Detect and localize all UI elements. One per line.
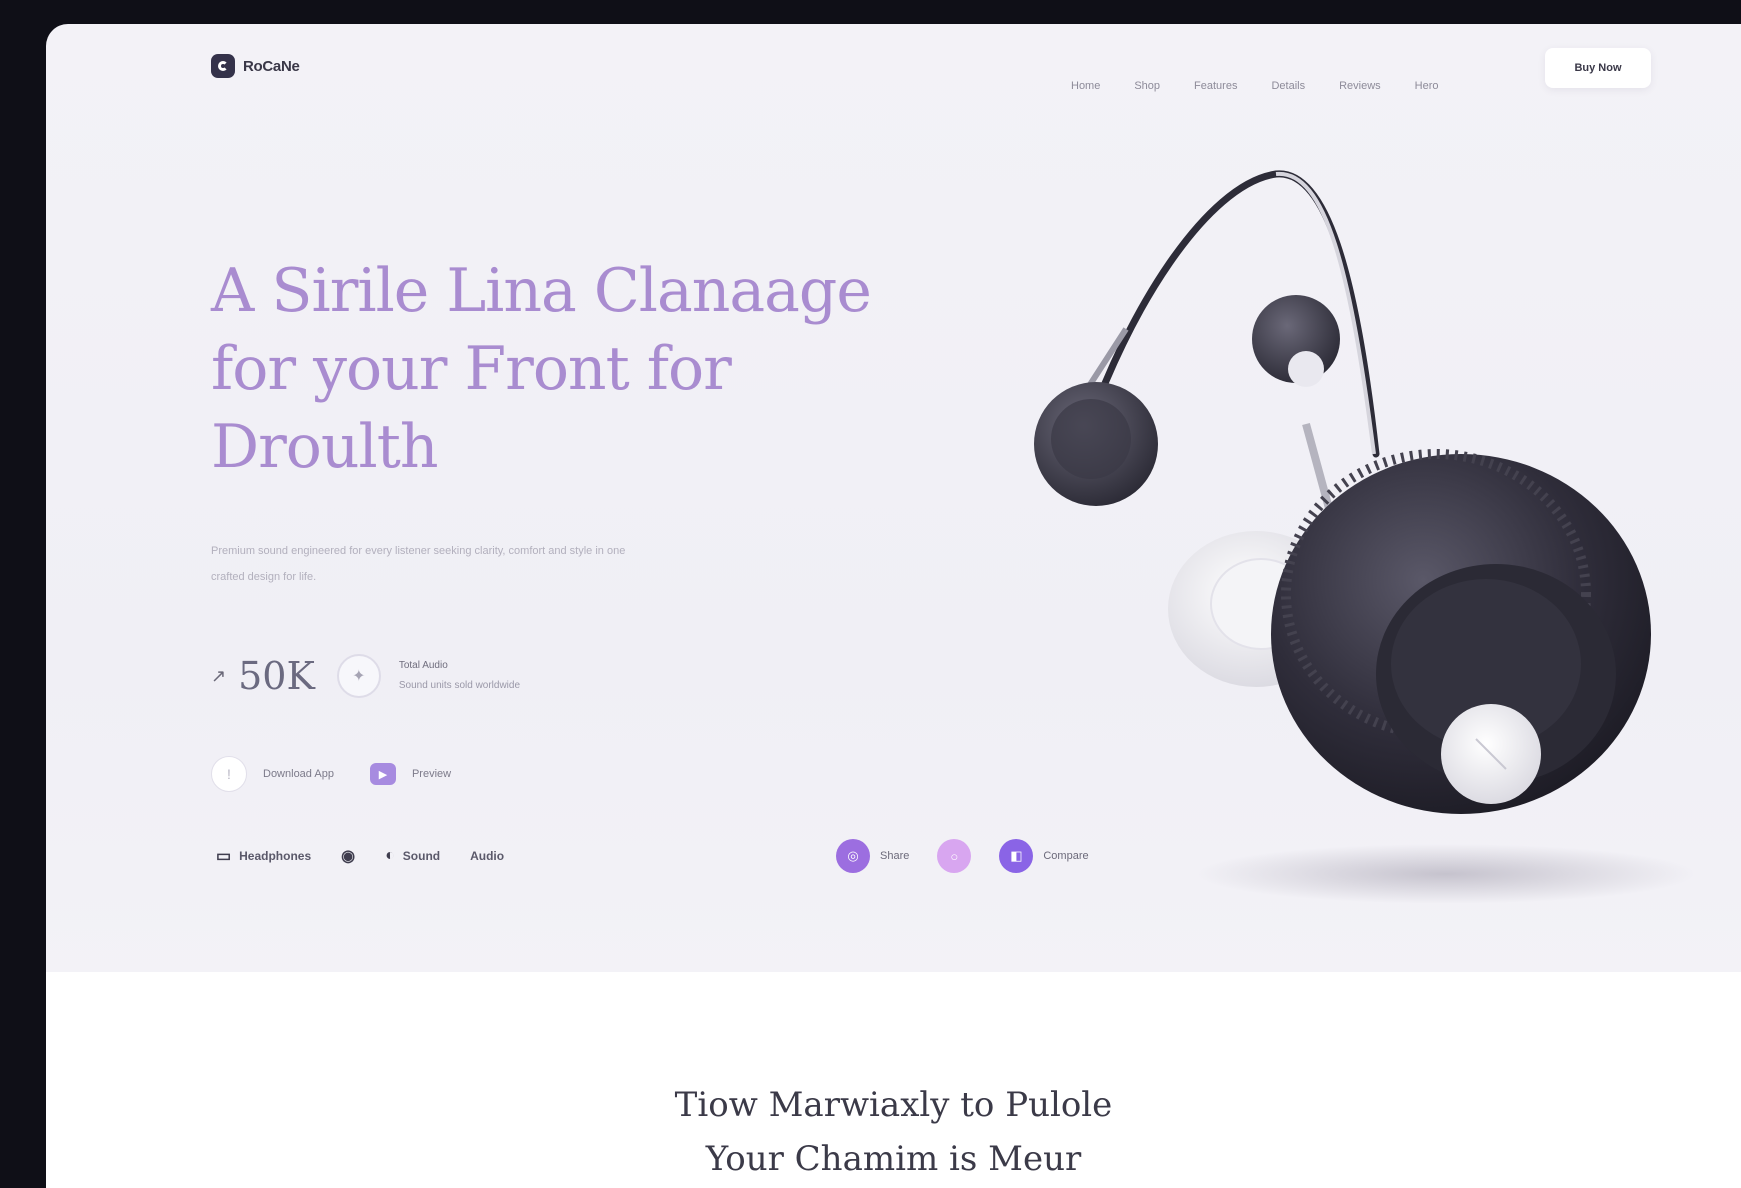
brand-icon: ◐ — [385, 847, 395, 864]
brand-label: Headphones — [239, 849, 312, 863]
top-nav: RoCaNe Home Shop Features Details Review… — [46, 24, 1741, 114]
nav-link-hero[interactable]: Hero — [1415, 80, 1439, 92]
section-title-line: Tiow Marwiaxly to Pulole — [674, 1085, 1113, 1125]
nav-link-features[interactable]: Features — [1194, 80, 1237, 92]
badge-icon: ✦ — [336, 654, 381, 698]
nav-link-details[interactable]: Details — [1271, 80, 1305, 92]
hero-actions: ! Download App ▶ Preview — [211, 756, 451, 792]
hero-title-line: Droulth — [211, 412, 439, 482]
stat-caption: Total Audio Sound units sold worldwide — [399, 656, 520, 696]
share-icon: ◎ — [836, 839, 870, 873]
app-icon[interactable]: ▶ — [369, 763, 396, 785]
product-headphones-image — [1034, 170, 1696, 904]
arrow-up-right-icon: ↗ — [211, 665, 227, 686]
download-app-link[interactable]: Download App — [263, 768, 334, 780]
hero-stats: ↗ 50K ✦ Total Audio Sound units sold wor… — [211, 654, 520, 698]
brand-label: Sound — [402, 849, 441, 863]
nav-links: Home Shop Features Details Reviews Hero — [1071, 80, 1439, 92]
logo[interactable]: RoCaNe — [211, 54, 300, 78]
nav-link-home[interactable]: Home — [1071, 80, 1100, 92]
brand-item: ◐ Sound — [385, 847, 440, 865]
hero-description: Premium sound engineered for every liste… — [211, 545, 626, 583]
stat-caption-sub: Sound units sold worldwide — [398, 680, 521, 691]
brand-icon: ▭ — [216, 848, 232, 865]
section-title: Tiow Marwiaxly to Pulole Your Chamim is … — [46, 1078, 1741, 1186]
brand-icon: ◉ — [341, 848, 356, 865]
brand-item: Audio — [470, 849, 504, 863]
stat-caption-title: Total Audio — [398, 660, 448, 671]
hero-title-line: A Sirile Lina Clanaage — [211, 256, 872, 326]
buy-now-button[interactable]: Buy Now — [1545, 48, 1651, 88]
stat-value: 50K — [238, 654, 315, 698]
chip-share[interactable]: ◎ Share — [836, 839, 909, 873]
brand-item: ◉ — [341, 846, 355, 866]
heart-icon: ○ — [937, 839, 972, 873]
info-icon[interactable]: ! — [211, 756, 247, 792]
brand-item: ▭ Headphones — [216, 846, 311, 866]
browser-frame: RoCaNe Home Shop Features Details Review… — [46, 24, 1741, 1188]
preview-link[interactable]: Preview — [412, 768, 451, 780]
chip-label: Share — [880, 850, 910, 862]
logo-icon — [211, 54, 235, 78]
logo-text: RoCaNe — [243, 57, 300, 75]
chip-favorite[interactable]: ○ — [937, 839, 972, 873]
nav-link-reviews[interactable]: Reviews — [1339, 80, 1381, 92]
nav-link-shop[interactable]: Shop — [1134, 80, 1160, 92]
hero-title-line: for your Front for — [211, 334, 732, 404]
hero-title: A Sirile Lina Clanaage for your Front fo… — [211, 252, 931, 486]
brand-label: Audio — [470, 849, 505, 863]
brand-strip: ▭ Headphones ◉ ◐ Sound Audio — [216, 846, 504, 866]
section-title-line: Your Chamim is Meur — [705, 1139, 1082, 1179]
